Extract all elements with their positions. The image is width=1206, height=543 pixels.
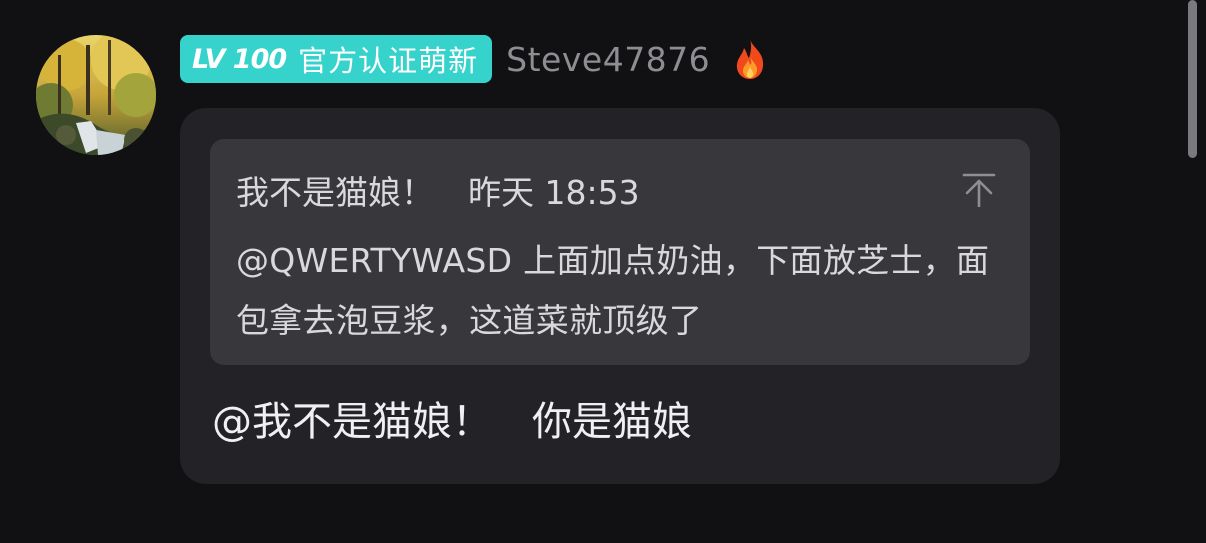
fire-icon (732, 38, 768, 80)
comment-bubble: 我不是猫娘！ 昨天 18:53 @QWERTYWASD 上面加点奶油，下面放芝士，… (180, 108, 1060, 484)
user-avatar[interactable] (36, 35, 156, 155)
level-badge[interactable]: LV 100 官方认证萌新 (180, 35, 493, 83)
quote-author: 我不是猫娘！ (236, 173, 434, 212)
badge-title: 官方认证萌新 (298, 44, 479, 78)
level-text: LV 100 (192, 43, 287, 75)
quote-body: @QWERTYWASD 上面加点奶油，下面放芝士，面包拿去泡豆浆，这道菜就顶级了 (236, 241, 990, 340)
username[interactable]: Steve47876 (506, 40, 710, 79)
arrow-up-to-top-icon[interactable] (962, 173, 996, 208)
reply-text: 你是猫娘 (532, 399, 692, 445)
forest-waterfall-avatar-icon (36, 35, 156, 155)
quoted-message[interactable]: 我不是猫娘！ 昨天 18:53 @QWERTYWASD 上面加点奶油，下面放芝士，… (210, 139, 1030, 365)
scrollbar[interactable] (1188, 0, 1197, 158)
quote-meta: 我不是猫娘！ 昨天 18:53 (236, 173, 1004, 213)
reply-message: @我不是猫娘！ 你是猫娘 (212, 398, 692, 446)
comment-page: LV 100 官方认证萌新 Steve47876 我不是猫娘！ 昨天 18:53 … (0, 0, 1206, 543)
quote-time: 昨天 18:53 (468, 173, 640, 212)
comment-header: LV 100 官方认证萌新 Steve47876 (180, 35, 768, 83)
reply-mention[interactable]: @我不是猫娘！ (212, 399, 492, 445)
